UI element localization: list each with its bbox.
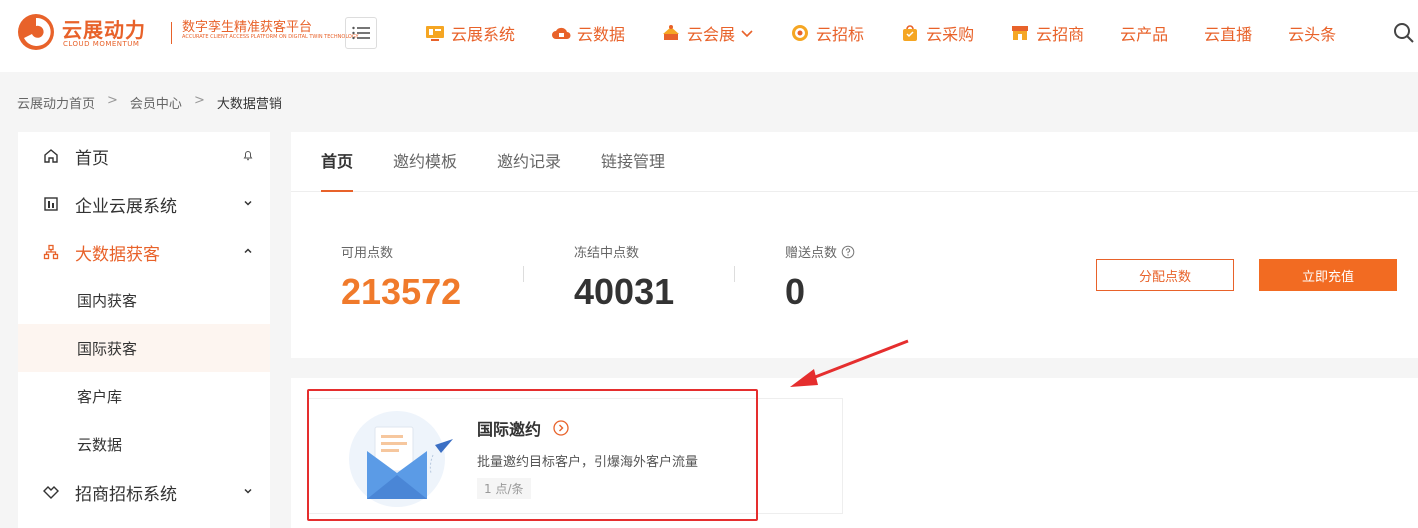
breadcrumb: 云展动力首页 > 会员中心 > 大数据营销 — [17, 93, 282, 112]
breadcrumb-current: 大数据营销 — [216, 97, 282, 112]
nav-label: 云展系统 — [451, 25, 516, 44]
list-menu-icon — [352, 26, 370, 40]
nav-label: 云产品 — [1120, 25, 1169, 44]
stat-frozen: 冻结中点数 40031 — [574, 242, 674, 313]
chevron-down-icon — [244, 488, 252, 494]
home-icon — [42, 147, 60, 165]
nav-label: 云直播 — [1204, 25, 1253, 44]
stat-label-row: 赠送点数 — [785, 242, 855, 261]
sidebar-item-label: 企业云展系统 — [75, 196, 177, 217]
divider — [734, 266, 735, 282]
nav-label: 云采购 — [926, 25, 975, 44]
bell-icon[interactable] — [242, 149, 254, 161]
recharge-button[interactable]: 立即充值 — [1259, 259, 1397, 291]
breadcrumb-home[interactable]: 云展动力首页 — [17, 93, 95, 112]
breadcrumb-member-center[interactable]: 会员中心 — [130, 93, 182, 112]
nav-label: 云招商 — [1036, 25, 1085, 44]
nav-yun-bidding[interactable]: 云招标 — [790, 21, 864, 45]
nav-label: 云头条 — [1288, 25, 1337, 44]
stat-label: 冻结中点数 — [574, 246, 640, 261]
sidebar-subitem-cloud-data[interactable]: 云数据 — [18, 420, 270, 468]
tab-home[interactable]: 首页 — [321, 132, 354, 192]
cloud-icon — [552, 27, 571, 39]
monitor-icon — [426, 26, 444, 41]
sidebar-item-enterprise-system[interactable]: 企业云展系统 — [18, 180, 270, 228]
sidebar: 首页 企业云展系统 大数据获客 国内获客 国际获客 客户库 云数据 招商招标系统 — [18, 132, 270, 528]
logo-slogan-en: ACCURATE CLIENT ACCESS PLATFORM ON DIGIT… — [182, 34, 359, 40]
chevron-down-icon — [244, 200, 252, 206]
search-icon[interactable] — [1392, 21, 1416, 45]
stat-value: 213572 — [341, 271, 462, 312]
nav-yun-purchase[interactable]: 云采购 — [900, 21, 974, 45]
stat-label: 赠送点数 — [785, 246, 838, 261]
tab-bar: 首页 邀约模板 邀约记录 链接管理 — [291, 132, 1418, 192]
annotation-arrow-icon — [790, 339, 909, 387]
tab-invite-records[interactable]: 邀约记录 — [497, 132, 561, 192]
sidebar-item-home[interactable]: 首页 — [18, 132, 270, 180]
sidebar-item-label: 首页 — [75, 148, 109, 169]
sidebar-subitem-customer-base[interactable]: 客户库 — [18, 372, 270, 420]
tab-invite-templates[interactable]: 邀约模板 — [393, 132, 457, 192]
sidebar-item-big-data[interactable]: 大数据获客 — [18, 228, 270, 276]
breadcrumb-separator: > — [193, 93, 205, 108]
nav-yun-expo[interactable]: 云会展 — [661, 21, 754, 45]
stat-available: 可用点数 213572 — [341, 242, 461, 313]
logo[interactable]: 云展动力 CLOUD MOMENTUM 数字孪生精准获客平台 ACCURATE … — [16, 12, 359, 52]
stat-value: 0 — [785, 271, 806, 312]
allocate-points-button[interactable]: 分配点数 — [1096, 259, 1234, 291]
sidebar-item-label: 大数据获客 — [75, 244, 160, 265]
building-icon — [42, 195, 60, 213]
logo-slogan: 数字孪生精准获客平台 — [182, 20, 313, 35]
help-icon[interactable] — [841, 245, 855, 259]
chevron-down-icon — [741, 30, 753, 38]
sidebar-item-label: 招商招标系统 — [75, 484, 177, 505]
overview-panel: 首页 邀约模板 邀约记录 链接管理 可用点数 213572 冻结中点数 4003… — [291, 132, 1418, 358]
nav-yunzhan-system[interactable]: 云展系统 — [425, 21, 515, 45]
highlight-box — [307, 389, 758, 521]
handshake-icon — [42, 483, 60, 501]
main-nav: 云展系统 云数据 云会展 云招标 云采购 云招商 云产品 云直播 云头条 — [425, 0, 1372, 66]
stat-label: 可用点数 — [341, 246, 394, 261]
store-icon — [1012, 26, 1029, 40]
top-header: 云展动力 CLOUD MOMENTUM 数字孪生精准获客平台 ACCURATE … — [0, 0, 1418, 72]
tab-link-management[interactable]: 链接管理 — [601, 132, 665, 192]
breadcrumb-separator: > — [107, 93, 118, 108]
network-icon — [42, 243, 60, 261]
target-icon — [792, 25, 809, 41]
exhibition-icon — [663, 25, 680, 40]
bag-icon — [903, 25, 918, 41]
stat-gift: 赠送点数 0 — [785, 242, 855, 313]
nav-yun-data[interactable]: 云数据 — [551, 21, 625, 45]
nav-yun-investment[interactable]: 云招商 — [1010, 21, 1084, 45]
logo-divider — [171, 22, 172, 44]
nav-label: 云数据 — [577, 25, 626, 44]
sidebar-subitem-international[interactable]: 国际获客 — [18, 324, 270, 372]
divider — [523, 266, 524, 282]
nav-label: 云会展 — [687, 25, 736, 44]
stat-value: 40031 — [574, 271, 675, 312]
sidebar-item-merchant-bidding[interactable]: 招商招标系统 — [18, 468, 270, 516]
nav-yun-product[interactable]: 云产品 — [1120, 21, 1168, 45]
chevron-up-icon — [244, 248, 252, 254]
menu-button[interactable] — [345, 17, 377, 49]
nav-yun-live[interactable]: 云直播 — [1204, 21, 1252, 45]
logo-text: 云展动力 — [62, 18, 146, 42]
logo-mark-icon — [18, 14, 54, 50]
sidebar-subitem-domestic[interactable]: 国内获客 — [18, 276, 270, 324]
nav-label: 云招标 — [816, 25, 865, 44]
logo-text-en: CLOUD MOMENTUM — [63, 40, 140, 48]
nav-yun-headlines[interactable]: 云头条 — [1288, 21, 1336, 45]
